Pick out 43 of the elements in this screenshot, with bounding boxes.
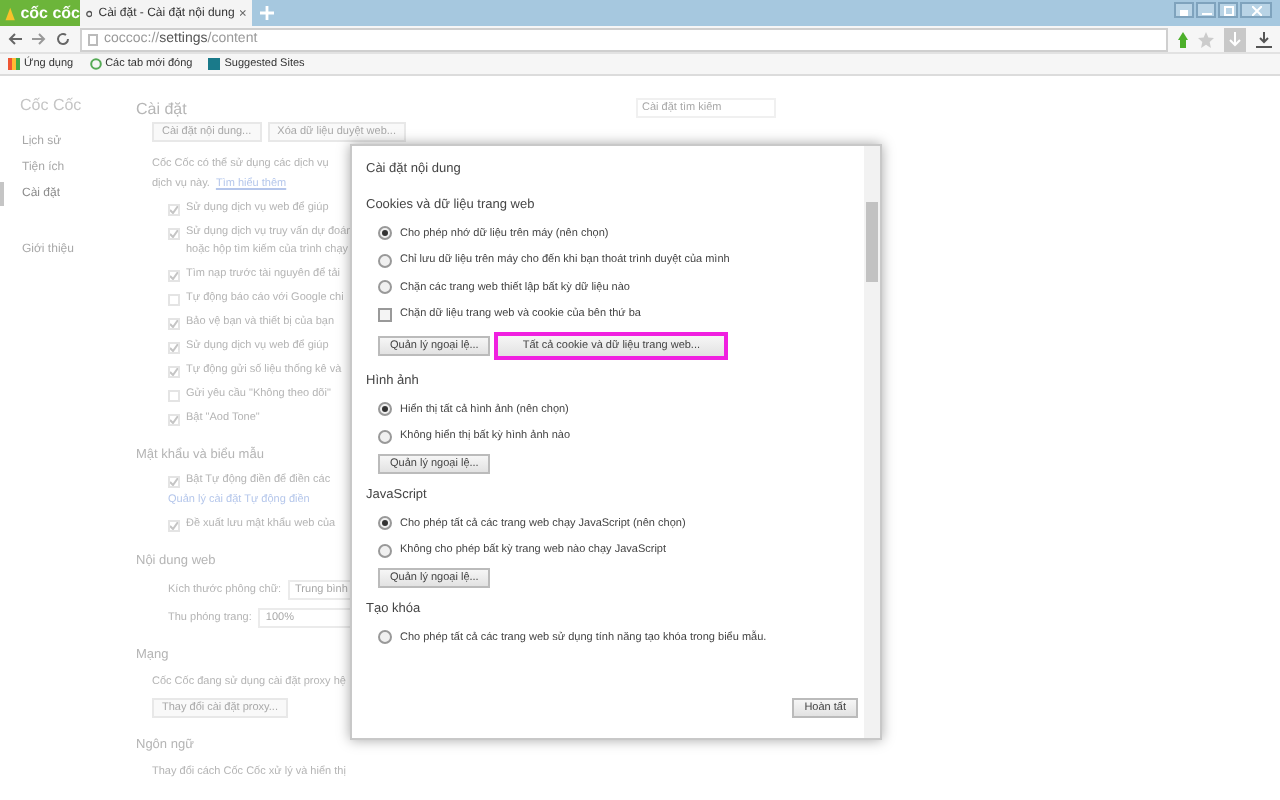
minimize-button[interactable] bbox=[1196, 2, 1216, 18]
history-icon bbox=[89, 58, 102, 70]
reload-icon[interactable] bbox=[56, 32, 70, 46]
extension-icon[interactable] bbox=[1178, 31, 1188, 47]
radio-button[interactable] bbox=[378, 253, 392, 268]
restore-button[interactable] bbox=[1218, 2, 1238, 18]
radio-button[interactable] bbox=[378, 543, 392, 558]
checkbox[interactable] bbox=[378, 307, 392, 322]
back-icon[interactable] bbox=[8, 32, 22, 46]
checkbox[interactable] bbox=[168, 476, 180, 488]
sidebar-title: Cốc Cốc bbox=[18, 96, 84, 114]
scrollbar[interactable] bbox=[864, 146, 880, 738]
close-icon[interactable] bbox=[240, 8, 246, 18]
radio-button[interactable] bbox=[378, 402, 392, 417]
checkbox[interactable] bbox=[168, 270, 180, 282]
radio-button[interactable] bbox=[378, 516, 392, 531]
page-icon bbox=[88, 33, 98, 45]
checkbox[interactable] bbox=[168, 318, 180, 330]
restore-icon bbox=[1223, 5, 1233, 15]
star-icon[interactable] bbox=[1198, 31, 1214, 47]
gear-icon bbox=[86, 7, 93, 19]
browser-logo: cốc cốc bbox=[0, 0, 80, 26]
apps-grid-icon bbox=[8, 58, 20, 70]
checkbox[interactable] bbox=[168, 520, 180, 532]
download-icon[interactable] bbox=[1256, 31, 1272, 47]
close-icon bbox=[1251, 5, 1261, 15]
checkbox[interactable] bbox=[168, 228, 180, 240]
new-tab-icon[interactable] bbox=[259, 6, 273, 20]
lock-icon bbox=[1180, 5, 1188, 15]
checkbox[interactable] bbox=[168, 342, 180, 354]
checkbox[interactable] bbox=[168, 204, 180, 216]
download-button[interactable] bbox=[1224, 27, 1246, 51]
close-button[interactable] bbox=[1240, 2, 1272, 18]
radio-button[interactable] bbox=[378, 630, 392, 645]
radio-button[interactable] bbox=[378, 280, 392, 295]
lock-button[interactable] bbox=[1174, 2, 1194, 18]
checkbox[interactable] bbox=[168, 414, 180, 426]
site-icon bbox=[208, 58, 221, 70]
forward-icon[interactable] bbox=[32, 32, 46, 46]
page-title: Cài đặt bbox=[136, 99, 189, 117]
radio-button[interactable] bbox=[378, 226, 392, 241]
checkbox[interactable] bbox=[168, 366, 180, 378]
radio-button[interactable] bbox=[378, 429, 392, 444]
